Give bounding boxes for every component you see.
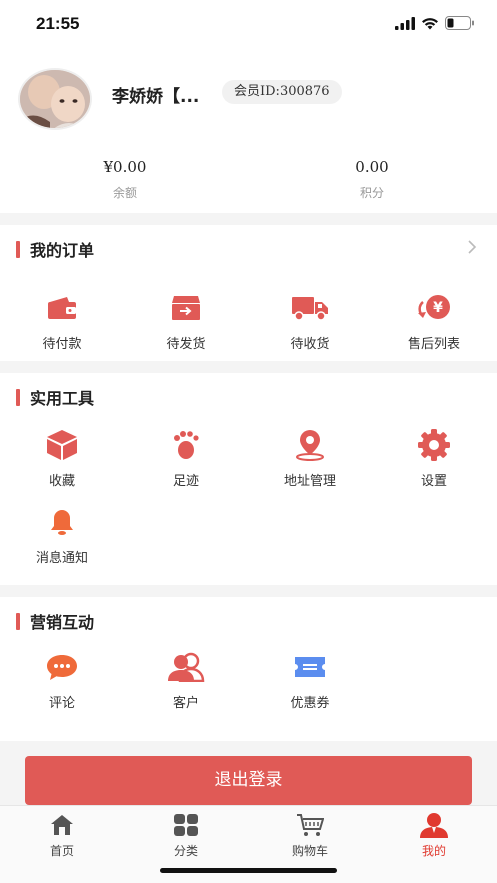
order-item-label: 待付款 <box>42 337 82 352</box>
tab-label: 首页 <box>49 844 74 858</box>
marketing-item-label: 优惠券 <box>290 696 330 711</box>
points-stat[interactable]: 0.00 积分 <box>272 158 472 201</box>
tool-item-label: 消息通知 <box>35 551 88 566</box>
member-id-badge: 会员ID:300876 <box>222 80 342 104</box>
location-icon <box>296 430 324 461</box>
points-label: 积分 <box>359 186 384 200</box>
tools-header: 实用工具 <box>16 385 94 409</box>
order-after-sales[interactable]: ¥ 售后列表 <box>379 293 489 352</box>
marketing-customers[interactable]: 客户 <box>131 652 241 711</box>
home-icon <box>51 815 73 835</box>
comment-icon <box>47 655 77 680</box>
status-bar: 21:55 <box>0 0 497 50</box>
cart-icon <box>297 814 324 836</box>
avatar-photo <box>20 70 90 128</box>
tab-label: 购物车 <box>291 844 328 858</box>
tab-mine[interactable]: 我的 <box>384 812 484 859</box>
tab-category[interactable]: 分类 <box>136 812 236 859</box>
balance-value: ¥0.00 <box>103 158 147 176</box>
order-item-label: 售后列表 <box>407 337 460 352</box>
wifi-icon <box>422 17 438 29</box>
grid-icon <box>174 814 198 836</box>
avatar[interactable] <box>18 68 92 130</box>
tool-item-label: 收藏 <box>48 474 75 489</box>
tool-item-label: 地址管理 <box>283 474 336 489</box>
section-accent-bar <box>16 388 20 406</box>
wallet-icon <box>48 297 76 319</box>
user-name: 李娇娇【... <box>112 87 200 107</box>
orders-card: 我的订单 待付款 待发货 待收货 ¥ 售后列表 <box>0 225 497 361</box>
tool-favorites[interactable]: 收藏 <box>7 430 117 489</box>
tools-title: 实用工具 <box>30 389 95 408</box>
status-time: 21:55 <box>36 14 80 33</box>
tab-home[interactable]: 首页 <box>12 812 112 859</box>
tool-item-label: 设置 <box>420 474 447 489</box>
status-icons <box>395 16 475 30</box>
order-item-label: 待发货 <box>166 337 206 352</box>
logout-button[interactable]: 退出登录 <box>25 756 472 805</box>
tool-footprints[interactable]: 足迹 <box>131 430 241 489</box>
battery-icon <box>445 16 474 30</box>
points-value: 0.00 <box>355 158 389 176</box>
coupon-icon <box>295 657 325 677</box>
tool-address[interactable]: 地址管理 <box>255 430 365 489</box>
gear-icon <box>418 429 450 461</box>
marketing-item-label: 客户 <box>172 696 199 711</box>
marketing-comments[interactable]: 评论 <box>7 652 117 711</box>
svg-text:¥: ¥ <box>433 300 443 316</box>
home-indicator[interactable] <box>160 868 337 873</box>
marketing-item-label: 评论 <box>48 696 75 711</box>
section-accent-bar <box>16 240 20 258</box>
truck-icon <box>292 297 328 321</box>
user-icon <box>420 813 448 838</box>
signal-icon <box>395 16 415 30</box>
order-pending-payment[interactable]: 待付款 <box>7 293 117 352</box>
marketing-header: 营销互动 <box>16 609 94 633</box>
chevron-right-icon[interactable] <box>467 239 477 255</box>
tab-label: 我的 <box>421 844 446 858</box>
section-accent-bar <box>16 612 20 630</box>
order-pending-receipt[interactable]: 待收货 <box>255 293 365 352</box>
tab-label: 分类 <box>173 844 198 858</box>
profile-header: 李娇娇【... 会员ID:300876 ¥0.00 余额 0.00 积分 <box>0 50 497 213</box>
tab-cart[interactable]: 购物车 <box>260 812 360 859</box>
marketing-title: 营销互动 <box>30 613 95 632</box>
tools-card: 实用工具 收藏 足迹 地址管理 设置 消息通知 <box>0 373 497 585</box>
cube-icon <box>47 430 77 460</box>
balance-stat[interactable]: ¥0.00 余额 <box>25 158 225 201</box>
order-item-label: 待收货 <box>290 337 330 352</box>
tool-settings[interactable]: 设置 <box>379 429 489 489</box>
orders-title: 我的订单 <box>30 241 95 260</box>
footprint-icon <box>174 431 199 459</box>
order-pending-shipment[interactable]: 待发货 <box>131 293 241 352</box>
marketing-coupons[interactable]: 优惠券 <box>255 652 365 711</box>
customers-icon <box>168 652 205 682</box>
tool-notifications[interactable]: 消息通知 <box>7 507 117 566</box>
box-icon <box>172 296 200 320</box>
tool-item-label: 足迹 <box>172 474 199 489</box>
marketing-card: 营销互动 评论 客户 优惠券 <box>0 597 497 741</box>
balance-label: 余额 <box>112 186 137 200</box>
orders-header[interactable]: 我的订单 <box>16 237 94 261</box>
refund-icon: ¥ <box>418 295 450 319</box>
bell-icon <box>51 510 73 535</box>
